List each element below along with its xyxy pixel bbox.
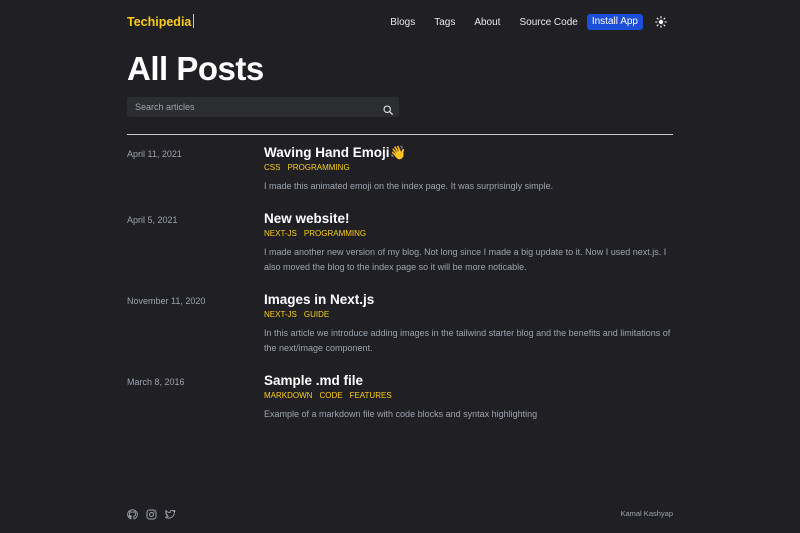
post-tags: NEXT-JS GUIDE	[264, 310, 336, 319]
nav-tags[interactable]: Tags	[434, 17, 455, 28]
search-box	[127, 97, 399, 117]
post-date: April 11, 2021	[127, 149, 182, 159]
tag-link[interactable]: MARKDOWN	[264, 391, 312, 400]
post-tags: MARKDOWN CODE FEATURES	[264, 391, 399, 400]
tag-link[interactable]: FEATURES	[350, 391, 392, 400]
text-cursor	[193, 14, 195, 28]
nav-source-code[interactable]: Source Code	[519, 17, 577, 28]
site-footer: Kamal Kashyap	[127, 507, 673, 520]
install-app-button[interactable]: Install App	[586, 14, 643, 30]
tag-link[interactable]: NEXT-JS	[264, 310, 297, 319]
tag-link[interactable]: PROGRAMMING	[304, 229, 366, 238]
tag-link[interactable]: GUIDE	[304, 310, 329, 319]
post-summary: I made this animated emoji on the index …	[264, 181, 554, 191]
post-tags: NEXT-JS PROGRAMMING	[264, 229, 373, 238]
post-title-link[interactable]: Waving Hand Emoji👋	[264, 145, 406, 161]
post-date: November 11, 2020	[127, 296, 206, 306]
post-summary: I made another new version of my blog. N…	[264, 247, 667, 272]
page-title: All Posts	[127, 50, 264, 87]
post-date: April 5, 2021	[127, 215, 178, 225]
tag-link[interactable]: CSS	[264, 163, 280, 172]
search-input[interactable]	[135, 97, 375, 117]
post-date: March 8, 2016	[127, 377, 185, 387]
nav-blogs[interactable]: Blogs	[390, 17, 415, 28]
footer-author: Kamal Kashyap	[620, 509, 673, 518]
tag-link[interactable]: CODE	[319, 391, 342, 400]
divider	[127, 134, 673, 135]
post-title-link[interactable]: Images in Next.js	[264, 292, 374, 307]
instagram-icon[interactable]	[146, 507, 157, 520]
post-title-link[interactable]: New website!	[264, 211, 350, 226]
post-summary: In this article we introduce adding imag…	[264, 328, 671, 353]
post-summary: Example of a markdown file with code blo…	[264, 409, 538, 419]
post-title-link[interactable]: Sample .md file	[264, 373, 363, 388]
site-logo-text: Techipedia	[127, 15, 192, 29]
twitter-icon[interactable]	[164, 507, 176, 519]
sun-icon[interactable]	[655, 16, 667, 28]
search-icon[interactable]	[383, 102, 393, 115]
main-nav: Blogs Tags About Source Code Install App	[390, 12, 667, 32]
tag-link[interactable]: NEXT-JS	[264, 229, 297, 238]
post-tags: CSS PROGRAMMING	[264, 163, 357, 172]
social-links	[127, 507, 184, 520]
nav-about[interactable]: About	[474, 17, 500, 28]
site-header: Techipedia Blogs Tags About Source Code …	[127, 12, 673, 32]
site-logo[interactable]: Techipedia	[127, 14, 195, 29]
github-icon[interactable]	[127, 507, 138, 520]
tag-link[interactable]: PROGRAMMING	[287, 163, 349, 172]
